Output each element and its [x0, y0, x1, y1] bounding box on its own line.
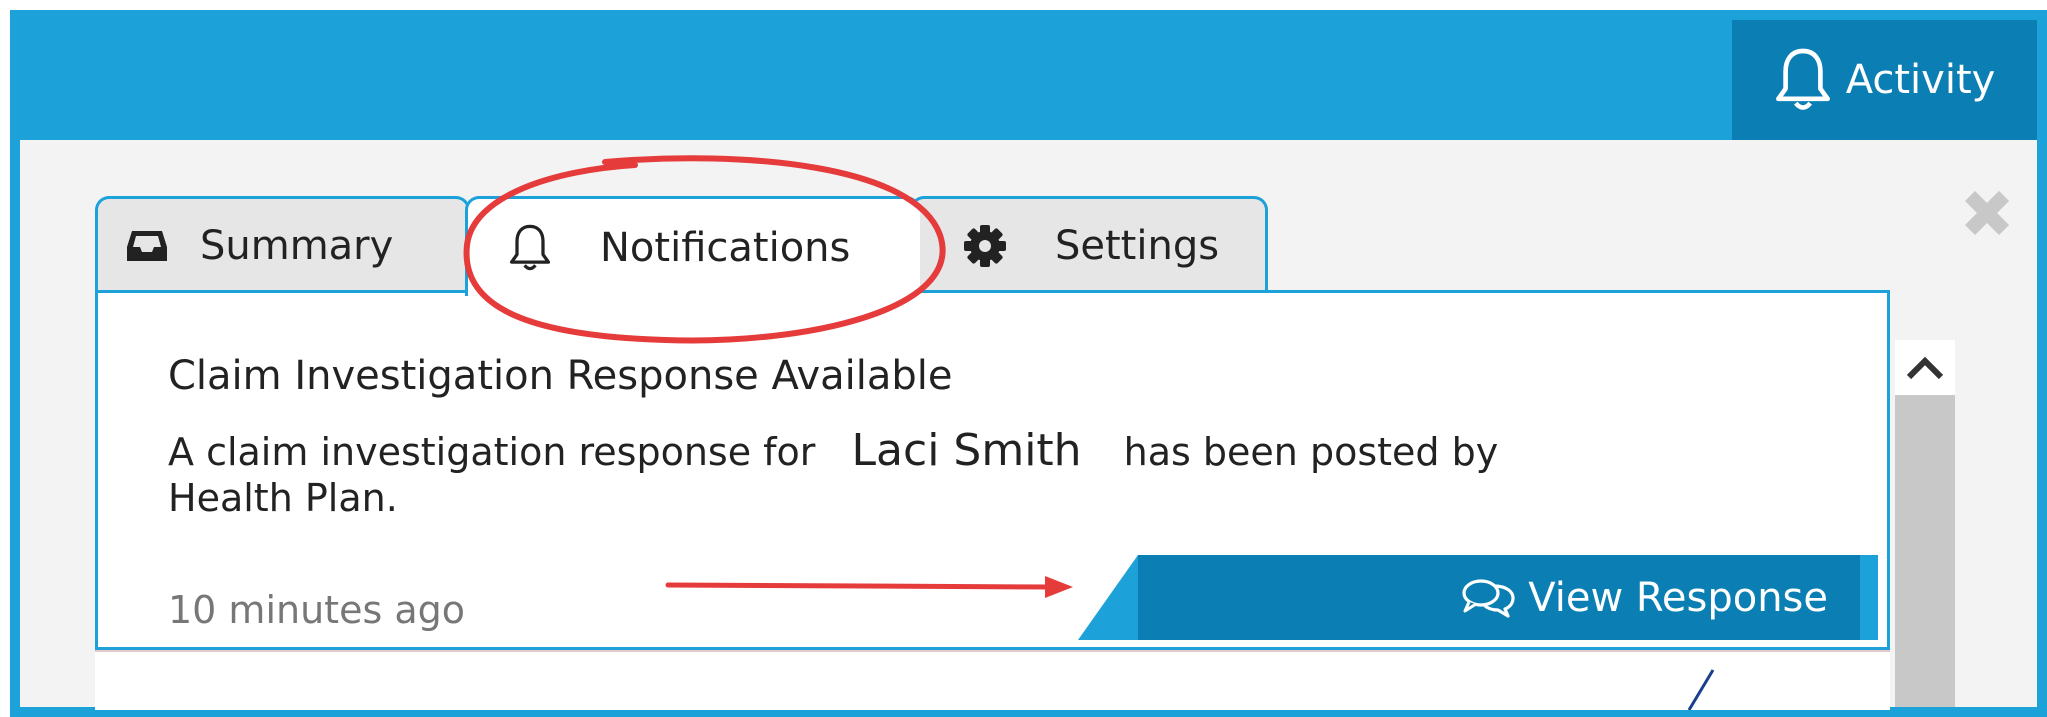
- bell-icon: [1775, 48, 1830, 110]
- tab-settings-label: Settings: [1055, 222, 1220, 269]
- chevron-up-icon: [1906, 356, 1944, 379]
- scrollbar[interactable]: [1895, 340, 1955, 707]
- view-response-button[interactable]: View Response: [1078, 555, 1878, 640]
- notification-time: 10 minutes ago: [168, 588, 465, 632]
- top-bar: Activity: [20, 20, 2037, 140]
- tab-notifications[interactable]: Notifications: [465, 196, 920, 296]
- gear-icon: [964, 224, 1006, 267]
- view-response-label-wrap: View Response: [1460, 555, 1828, 640]
- activity-label: Activity: [1845, 57, 1996, 103]
- list-item: [95, 650, 1890, 710]
- chat-icon: [1462, 578, 1515, 618]
- activity-button[interactable]: Activity: [1732, 20, 2037, 140]
- inbox-icon: [127, 230, 167, 261]
- notification-body: A claim investigation response for Laci …: [168, 428, 1618, 521]
- view-response-label: View Response: [1528, 574, 1828, 621]
- notification-body-prefix: A claim investigation response for: [168, 430, 816, 474]
- close-icon[interactable]: ✖: [1957, 182, 2017, 248]
- tab-summary[interactable]: Summary: [95, 196, 470, 292]
- tab-summary-label: Summary: [200, 222, 394, 269]
- bell-icon: [509, 224, 551, 270]
- tab-notifications-label: Notifications: [600, 224, 851, 271]
- scroll-up-button[interactable]: [1895, 340, 1955, 395]
- tab-settings[interactable]: Settings: [910, 196, 1268, 292]
- notification-title: Claim Investigation Response Available: [168, 353, 953, 399]
- notification-item: Claim Investigation Response Available A…: [95, 290, 1890, 650]
- patient-name: Laci Smith: [851, 425, 1082, 476]
